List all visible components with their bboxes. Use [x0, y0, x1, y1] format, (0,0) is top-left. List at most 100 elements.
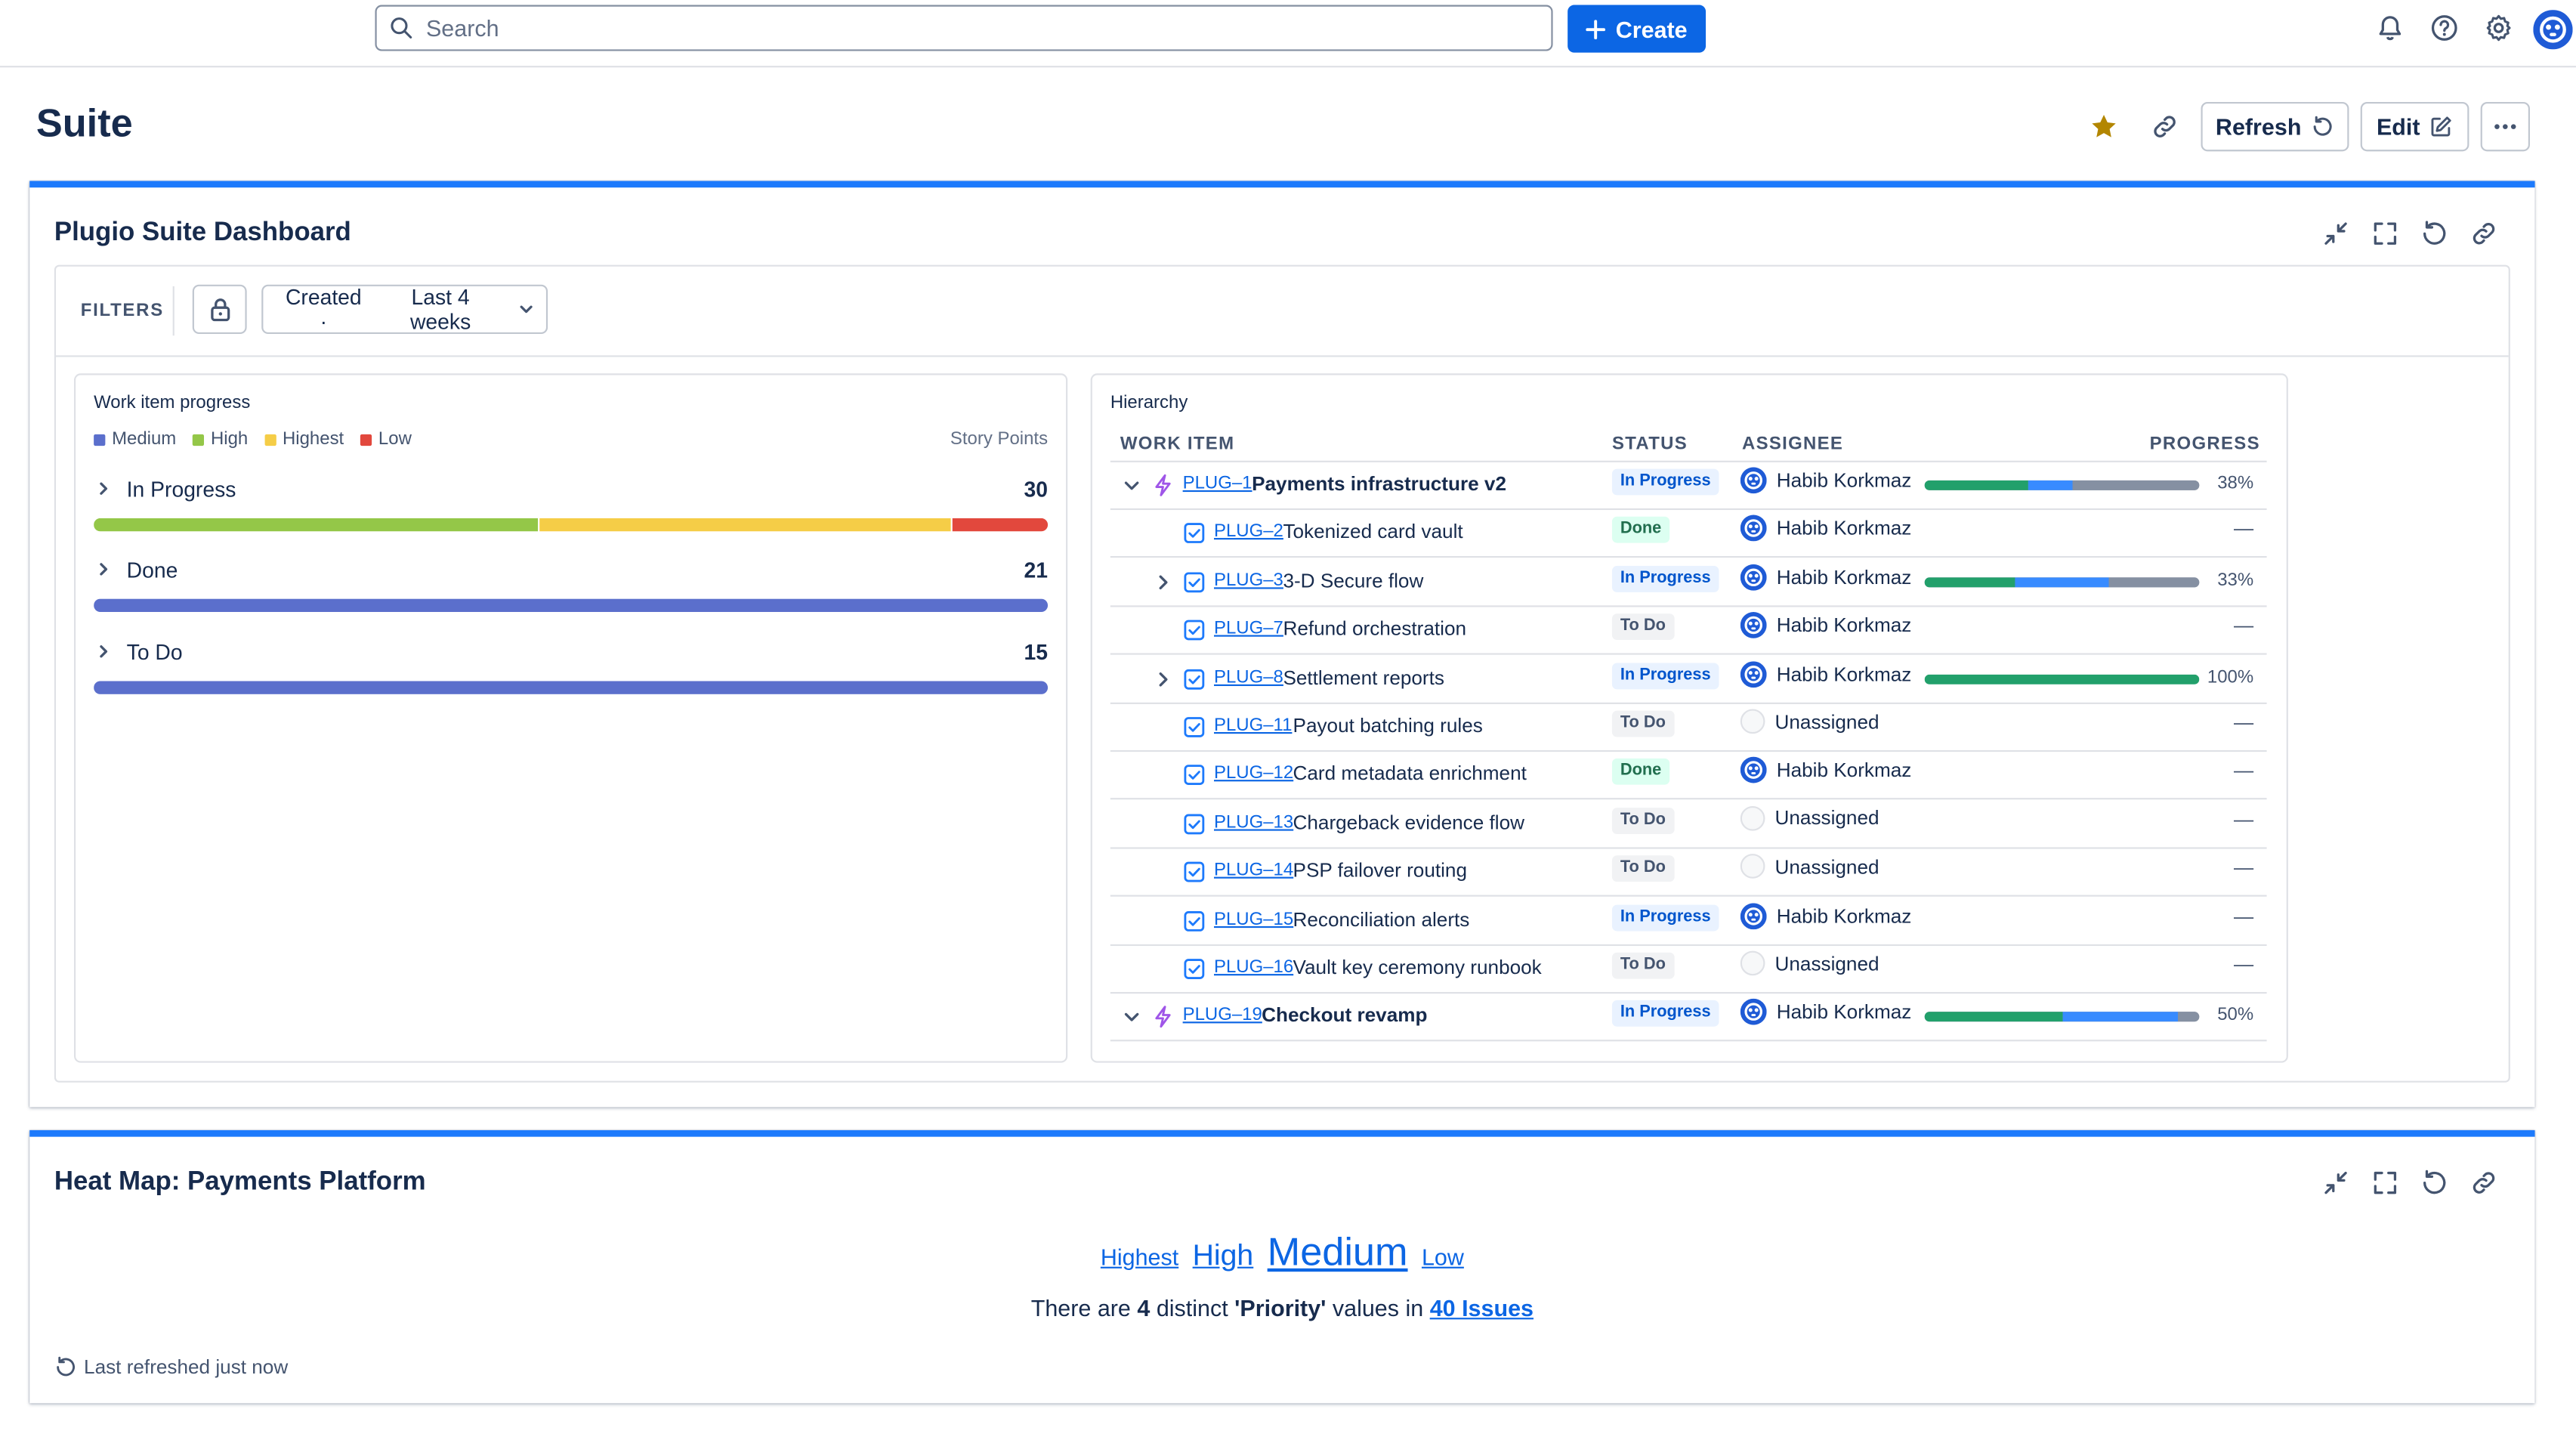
- hierarchy-row[interactable]: PLUG–12 Card metadata enrichment Done Habib…: [1110, 752, 2267, 801]
- hierarchy-row[interactable]: PLUG–14 PSP failover routing To Do Unassign…: [1110, 849, 2267, 898]
- status-lozenge[interactable]: To Do: [1611, 807, 1674, 834]
- hierarchy-row[interactable]: PLUG–19 Checkout revamp In Progress Habib K…: [1110, 994, 2267, 1043]
- hierarchy-row[interactable]: PLUG–2 Tokenized card vault Done Habib Kork…: [1110, 511, 2267, 559]
- copy-link-icon[interactable]: [2150, 112, 2179, 141]
- work-item-summary[interactable]: Vault key ceremony runbook: [1293, 956, 1542, 978]
- hierarchy-row[interactable]: PLUG–1 Payments infrastructure v2 In Progr…: [1110, 462, 2267, 511]
- fullscreen-icon[interactable]: [2371, 219, 2400, 249]
- work-item-summary[interactable]: Checkout revamp: [1262, 1004, 1427, 1027]
- status-lozenge[interactable]: In Progress: [1611, 468, 1719, 496]
- settings-gear-icon[interactable]: [2484, 13, 2513, 42]
- assignee[interactable]: Habib Korkmaz: [1740, 515, 1911, 542]
- assignee[interactable]: Habib Korkmaz: [1740, 467, 1911, 494]
- hierarchy-row[interactable]: PLUG–16 Vault key ceremony runbook To Do Un…: [1110, 946, 2267, 994]
- chevron-down-icon[interactable]: [1120, 1006, 1143, 1028]
- refresh-icon[interactable]: [2420, 1168, 2449, 1197]
- work-item-summary[interactable]: Payout batching rules: [1293, 714, 1483, 737]
- minimize-icon[interactable]: [2321, 1168, 2350, 1197]
- refresh-icon[interactable]: [2420, 219, 2449, 249]
- work-item-key[interactable]: PLUG–3: [1214, 570, 1283, 590]
- work-item-summary[interactable]: Chargeback evidence flow: [1293, 811, 1524, 833]
- priority-tag-link[interactable]: Low: [1422, 1244, 1464, 1270]
- work-item-key[interactable]: PLUG–11: [1214, 715, 1292, 735]
- issues-link[interactable]: 40 Issues: [1430, 1295, 1534, 1321]
- user-avatar[interactable]: [2533, 10, 2573, 50]
- hierarchy-row[interactable]: PLUG–7 Refund orchestration To Do Habib Kor…: [1110, 607, 2267, 656]
- work-item-summary[interactable]: PSP failover routing: [1293, 859, 1467, 882]
- edit-button[interactable]: Edit: [2360, 102, 2469, 152]
- status-lozenge[interactable]: To Do: [1611, 855, 1674, 882]
- help-icon[interactable]: [2429, 13, 2459, 42]
- hierarchy-row[interactable]: PLUG–8 Settlement reports In Progress Habib…: [1110, 656, 2267, 704]
- progress-group-row[interactable]: To Do 15: [94, 635, 1048, 694]
- status-lozenge[interactable]: Done: [1611, 517, 1670, 544]
- assignee[interactable]: Unassigned: [1740, 709, 1879, 734]
- search-input[interactable]: [422, 13, 1416, 43]
- assignee[interactable]: Habib Korkmaz: [1740, 612, 1911, 639]
- chevron-right-icon[interactable]: [94, 559, 113, 579]
- work-item-key[interactable]: PLUG–2: [1214, 522, 1283, 542]
- refresh-button[interactable]: Refresh: [2201, 102, 2349, 152]
- assignee-name: Unassigned: [1774, 854, 1879, 879]
- work-item-summary[interactable]: Tokenized card vault: [1283, 521, 1463, 543]
- status-lozenge[interactable]: In Progress: [1611, 565, 1719, 592]
- assignee[interactable]: Habib Korkmaz: [1740, 564, 1911, 591]
- assignee[interactable]: Unassigned: [1740, 854, 1879, 879]
- progress-group-row[interactable]: In Progress 30: [94, 472, 1048, 532]
- hierarchy-row[interactable]: PLUG–11 Payout batching rules To Do Unassig…: [1110, 704, 2267, 752]
- work-item-key[interactable]: PLUG–8: [1214, 667, 1283, 687]
- priority-tag-link[interactable]: High: [1193, 1239, 1254, 1272]
- search-box[interactable]: [375, 5, 1553, 51]
- hierarchy-row[interactable]: PLUG–3 3-D Secure flow In Progress Habib Ko…: [1110, 559, 2267, 607]
- work-item-key[interactable]: PLUG–15: [1214, 909, 1293, 929]
- assignee[interactable]: Habib Korkmaz: [1740, 660, 1911, 688]
- created-filter-dropdown[interactable]: Created · Last 4 weeks: [261, 284, 548, 335]
- assignee[interactable]: Habib Korkmaz: [1740, 902, 1911, 929]
- work-item-key[interactable]: PLUG–13: [1214, 812, 1293, 832]
- status-lozenge[interactable]: In Progress: [1611, 1000, 1719, 1027]
- work-item-key[interactable]: PLUG–12: [1214, 764, 1293, 783]
- create-button[interactable]: Create: [1568, 5, 1707, 53]
- work-item-summary[interactable]: Card metadata enrichment: [1293, 762, 1527, 785]
- status-lozenge[interactable]: To Do: [1611, 613, 1674, 641]
- panel-title: Work item progress: [94, 393, 251, 413]
- notifications-bell-icon[interactable]: [2375, 13, 2405, 42]
- work-item-summary[interactable]: Reconciliation alerts: [1293, 907, 1470, 930]
- work-item-summary[interactable]: Settlement reports: [1283, 666, 1444, 688]
- priority-tag-link[interactable]: Medium: [1268, 1231, 1408, 1275]
- chevron-right-icon[interactable]: [94, 641, 113, 661]
- work-item-key[interactable]: PLUG–7: [1214, 619, 1283, 638]
- assignee[interactable]: Habib Korkmaz: [1740, 999, 1911, 1026]
- assignee[interactable]: Unassigned: [1740, 950, 1879, 976]
- link-icon[interactable]: [2469, 1168, 2498, 1197]
- status-lozenge[interactable]: Done: [1611, 759, 1670, 786]
- hierarchy-row[interactable]: PLUG–13 Chargeback evidence flow To Do Unas…: [1110, 801, 2267, 849]
- status-lozenge[interactable]: To Do: [1611, 710, 1674, 737]
- status-lozenge[interactable]: In Progress: [1611, 904, 1719, 931]
- work-item-key[interactable]: PLUG–16: [1214, 957, 1293, 977]
- assignee[interactable]: Habib Korkmaz: [1740, 757, 1911, 784]
- link-icon[interactable]: [2469, 219, 2498, 249]
- work-item-key[interactable]: PLUG–14: [1214, 861, 1293, 880]
- work-item-key[interactable]: PLUG–19: [1183, 1006, 1262, 1025]
- work-item-summary[interactable]: 3-D Secure flow: [1283, 569, 1423, 592]
- star-icon[interactable]: [2089, 112, 2118, 141]
- chevron-right-icon[interactable]: [94, 479, 113, 499]
- more-actions-button[interactable]: [2480, 102, 2530, 152]
- chevron-right-icon[interactable]: [1151, 570, 1174, 593]
- status-lozenge[interactable]: To Do: [1611, 952, 1674, 979]
- work-item-summary[interactable]: Payments infrastructure v2: [1252, 472, 1506, 495]
- priority-tag-link[interactable]: Highest: [1101, 1244, 1178, 1270]
- chevron-down-icon[interactable]: [1120, 474, 1143, 496]
- status-lozenge[interactable]: In Progress: [1611, 662, 1719, 689]
- chevron-right-icon[interactable]: [1151, 667, 1174, 690]
- progress-group-name: To Do: [126, 638, 183, 664]
- work-item-key[interactable]: PLUG–1: [1183, 474, 1252, 493]
- fullscreen-icon[interactable]: [2371, 1168, 2400, 1197]
- progress-group-row[interactable]: Done 21: [94, 553, 1048, 613]
- hierarchy-row[interactable]: PLUG–15 Reconciliation alerts In Progress H…: [1110, 898, 2267, 946]
- minimize-icon[interactable]: [2321, 219, 2350, 249]
- work-item-summary[interactable]: Refund orchestration: [1283, 617, 1466, 640]
- assignee[interactable]: Unassigned: [1740, 805, 1879, 831]
- lock-filters-button[interactable]: [192, 284, 247, 335]
